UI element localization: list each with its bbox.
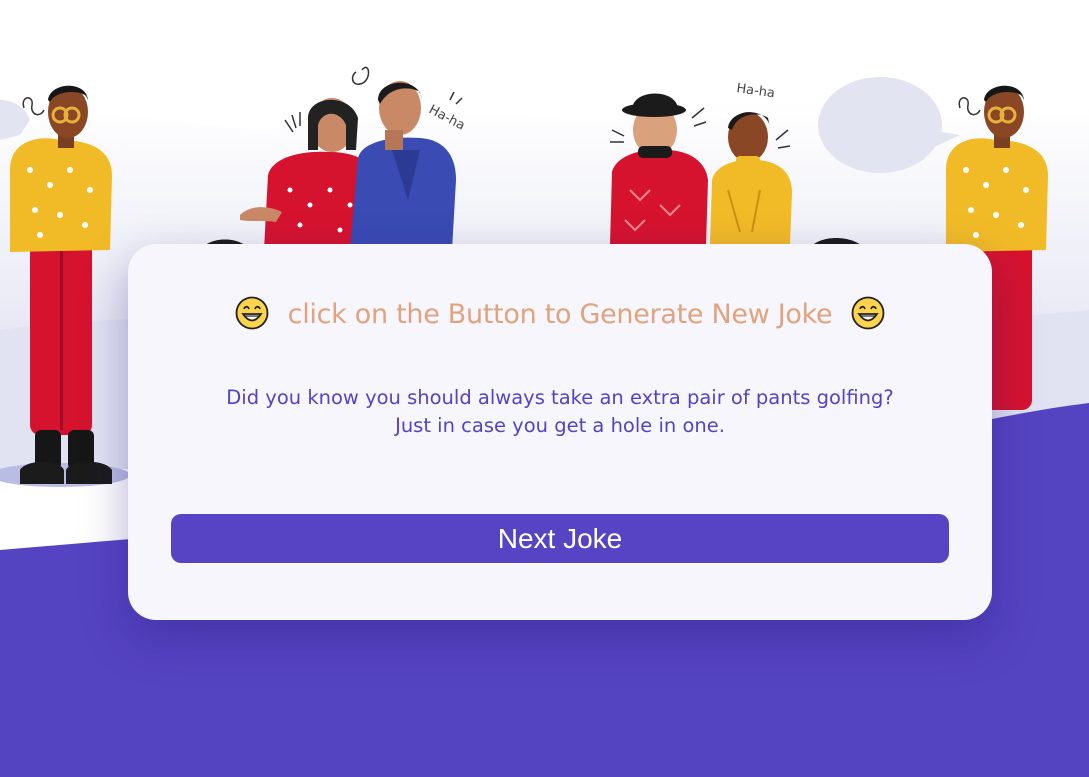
joke-punchline: Just in case you get a hole in one. xyxy=(395,414,725,437)
grinning-face-icon xyxy=(235,296,269,330)
next-joke-button[interactable]: Next Joke xyxy=(171,514,949,563)
grinning-face-icon xyxy=(851,296,885,330)
joke-card: click on the Button to Generate New Joke… xyxy=(128,244,992,620)
heading: click on the Button to Generate New Joke xyxy=(128,296,992,330)
joke-text: Did you know you should always take an e… xyxy=(168,384,952,440)
joke-setup: Did you know you should always take an e… xyxy=(226,386,894,409)
heading-text: click on the Button to Generate New Joke xyxy=(287,299,833,330)
speech-bubble-shape xyxy=(818,77,942,173)
